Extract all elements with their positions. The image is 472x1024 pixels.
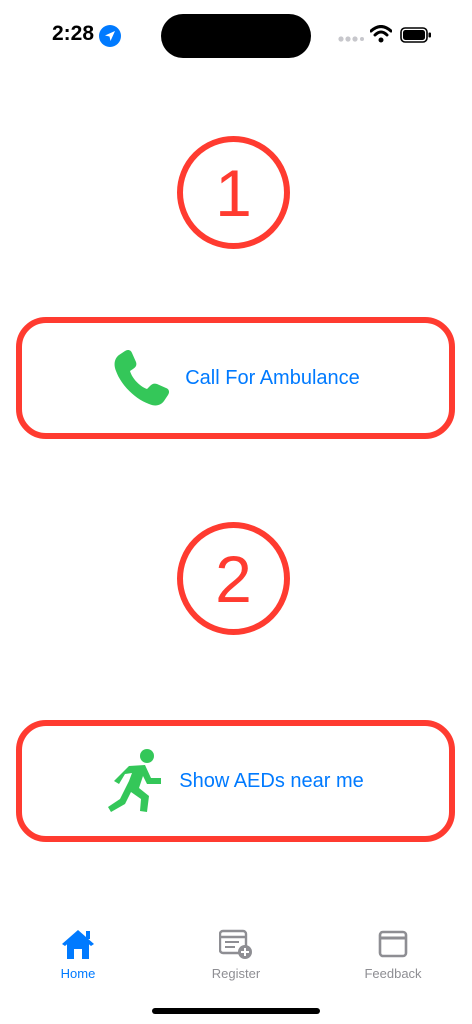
wifi-icon — [370, 25, 392, 43]
status-time: 2:28 — [52, 22, 95, 45]
step-two-number: 2 — [215, 541, 252, 616]
call-ambulance-label: Call For Ambulance — [185, 366, 360, 389]
tab-feedback-label: Feedback — [364, 966, 422, 981]
window-icon — [378, 930, 408, 958]
cellular-signal-icon — [338, 36, 364, 42]
location-arrow-icon — [99, 25, 121, 47]
battery-icon — [400, 27, 431, 43]
tab-register-label: Register — [211, 966, 261, 981]
tab-home[interactable]: Home — [18, 928, 138, 981]
register-icon — [219, 929, 252, 959]
call-ambulance-button[interactable]: Call For Ambulance — [16, 317, 455, 439]
running-person-icon — [108, 749, 162, 812]
step-one-badge: 1 — [177, 136, 290, 249]
show-aeds-button[interactable]: Show AEDs near me — [16, 720, 455, 842]
dynamic-island — [161, 14, 311, 58]
tab-register[interactable]: Register — [176, 928, 296, 981]
tab-home-label: Home — [60, 966, 96, 981]
step-one-number: 1 — [215, 155, 252, 230]
house-icon — [62, 930, 94, 959]
tab-feedback[interactable]: Feedback — [333, 928, 453, 981]
step-two-badge: 2 — [177, 522, 290, 635]
home-indicator[interactable] — [152, 1008, 320, 1014]
show-aeds-label: Show AEDs near me — [179, 769, 364, 792]
phone-icon — [114, 349, 170, 406]
